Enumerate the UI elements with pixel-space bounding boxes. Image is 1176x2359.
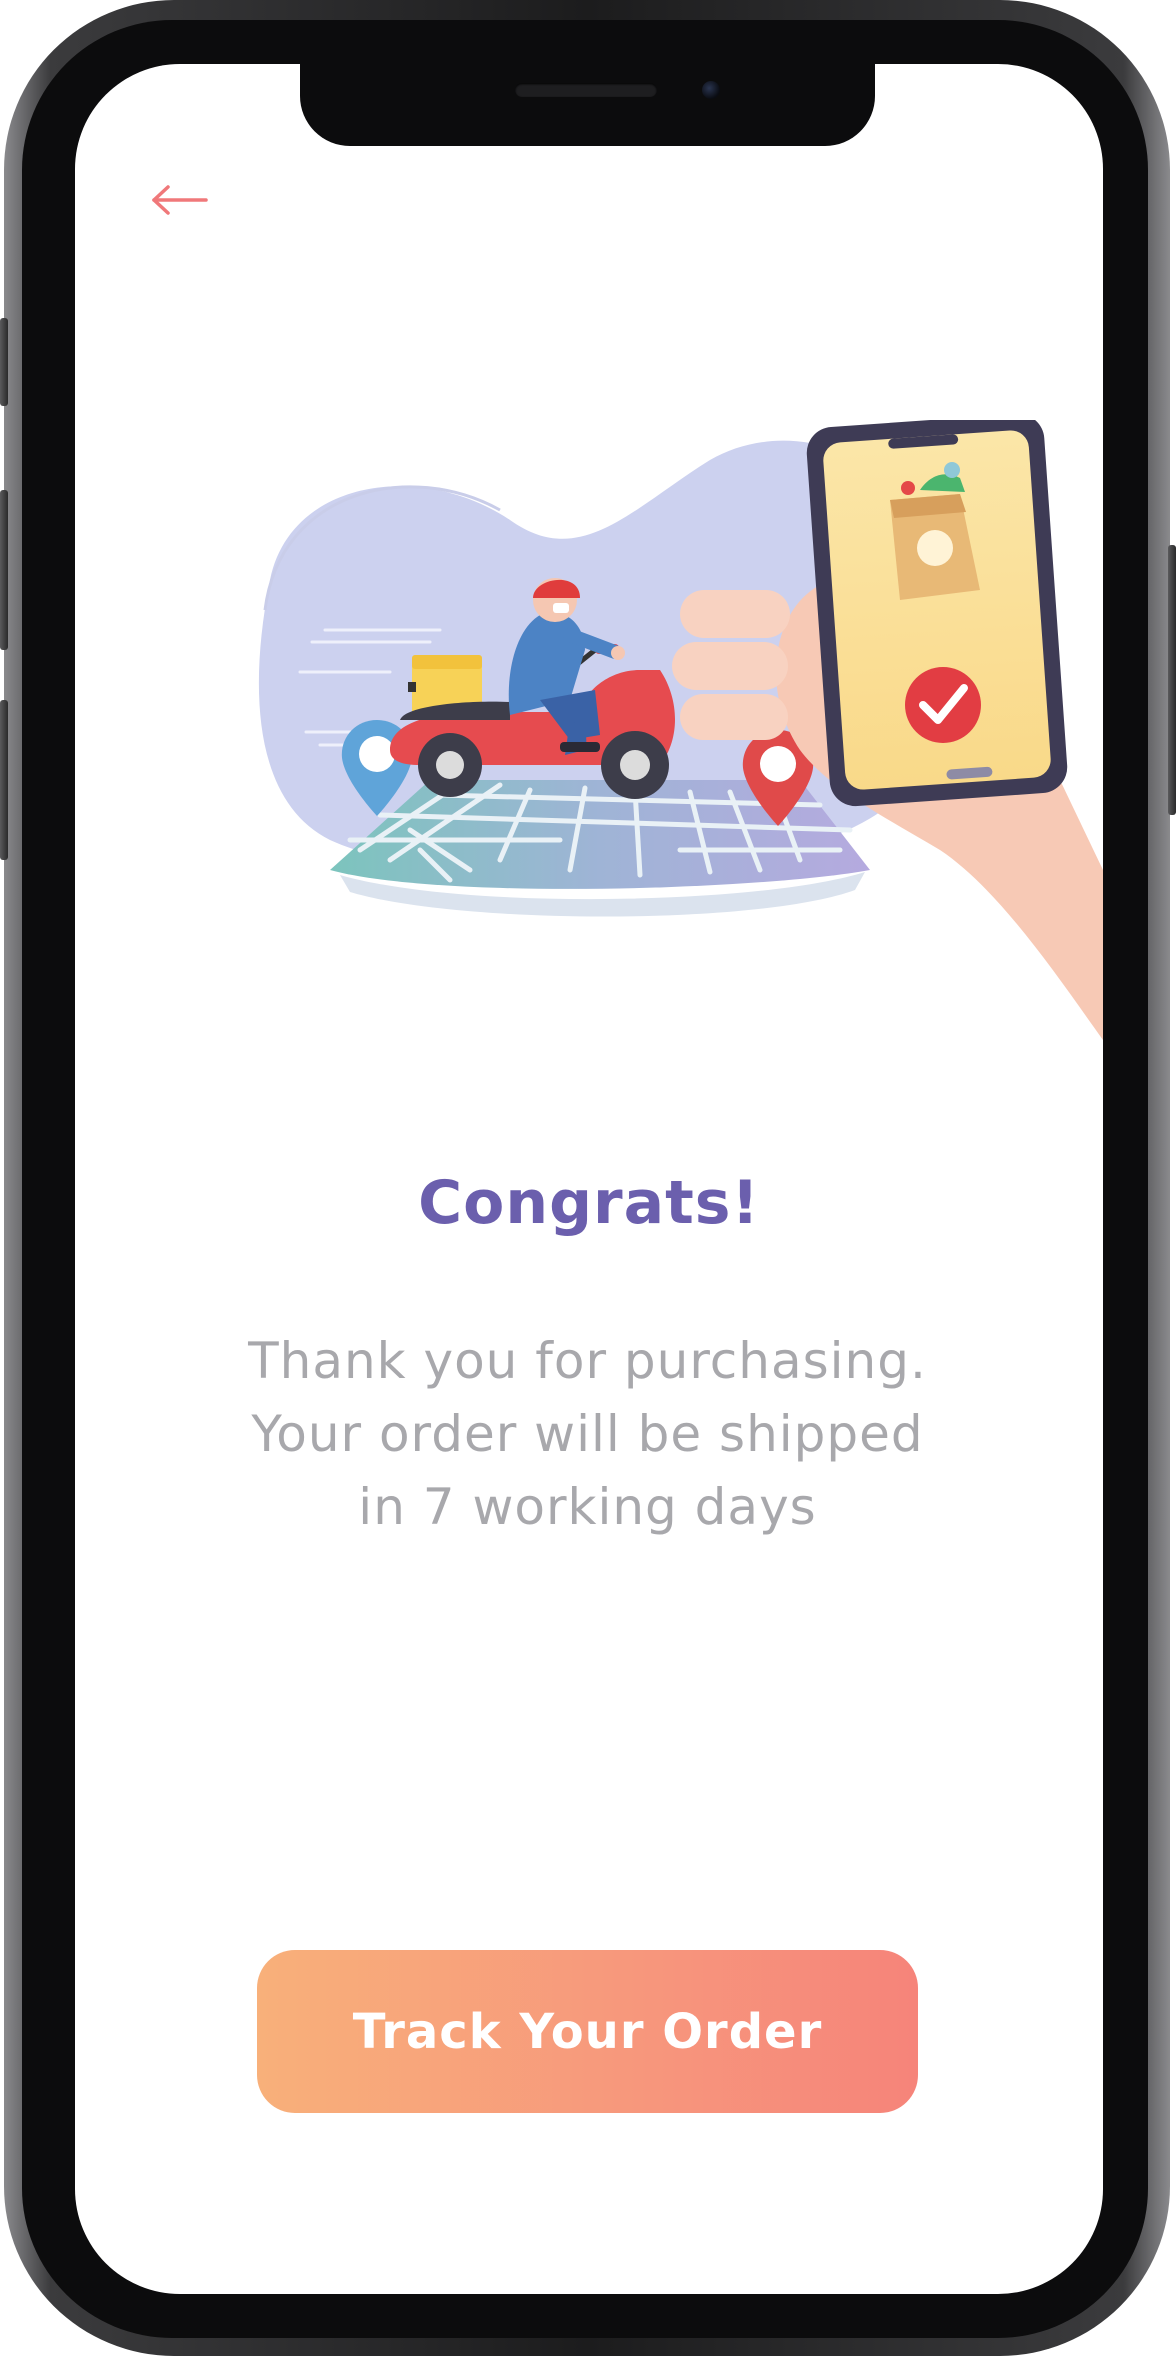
back-button[interactable] — [150, 178, 210, 222]
mute-switch — [0, 318, 8, 406]
fingers — [672, 590, 790, 740]
phone-device: Congrats! Thank you for purchasing. Your… — [0, 0, 1176, 2359]
confirmation-message: Thank you for purchasing. Your order wil… — [200, 1325, 975, 1544]
page-title: Congrats! — [418, 1168, 760, 1238]
phone-in-hand — [806, 420, 1068, 807]
message-line-2: Your order will be shipped — [251, 1405, 924, 1463]
message-line-1: Thank you for purchasing. — [248, 1332, 927, 1390]
delivery-scooter-illustration — [258, 420, 1103, 1040]
track-order-button[interactable]: Track Your Order — [257, 1950, 918, 2113]
message-line-3: in 7 working days — [358, 1478, 817, 1536]
notch — [300, 64, 875, 146]
earpiece-speaker — [515, 83, 657, 97]
power-button — [1168, 545, 1176, 815]
arrow-left-icon — [152, 185, 208, 215]
volume-up-button — [0, 490, 8, 650]
volume-down-button — [0, 700, 8, 860]
front-camera — [702, 81, 720, 99]
